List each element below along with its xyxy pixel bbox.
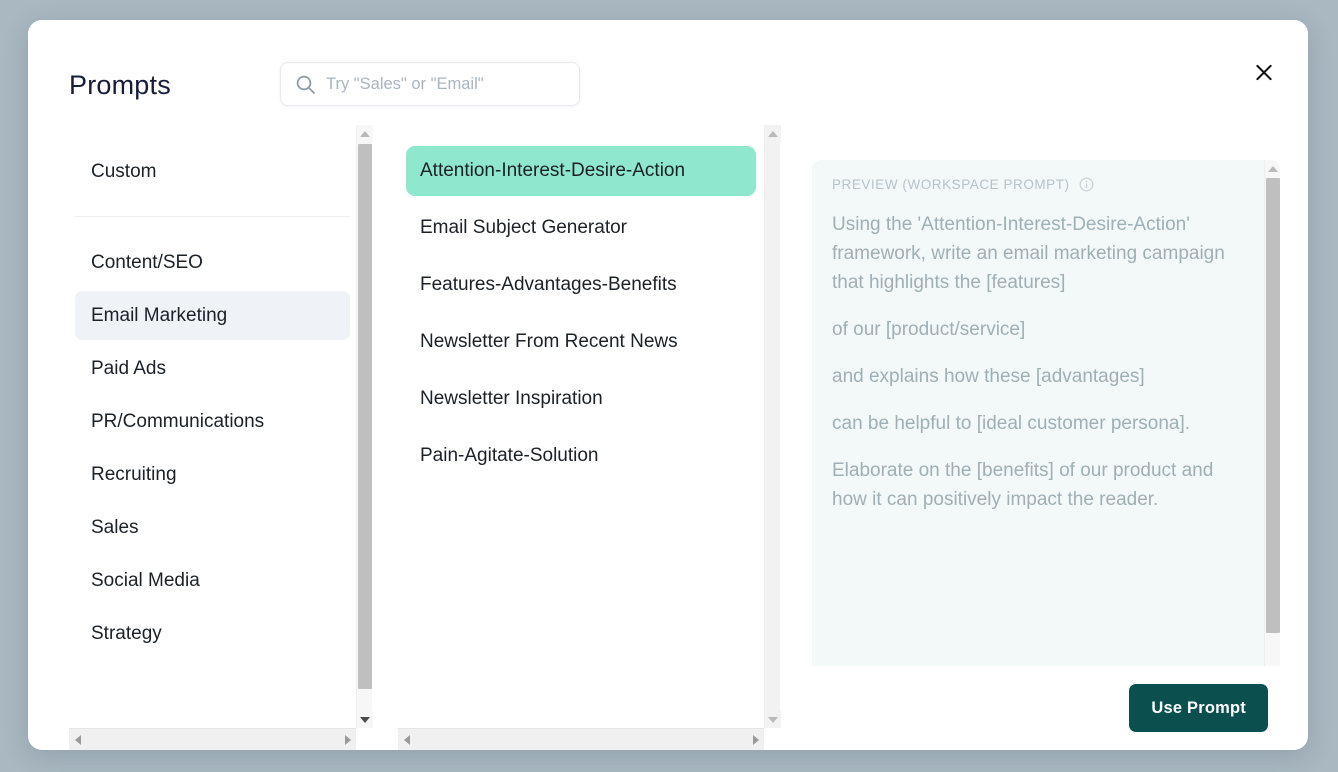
prompt-list: Attention-Interest-Desire-Action Email S… [398, 125, 764, 481]
prompts-modal: Prompts Custom [28, 20, 1308, 750]
prompt-item-label: Pain-Agitate-Solution [420, 445, 599, 467]
scroll-down-icon[interactable] [765, 711, 781, 728]
list-item[interactable]: Features-Advantages-Benefits [406, 260, 756, 310]
scroll-down-icon[interactable] [357, 711, 373, 728]
page-title: Prompts [69, 70, 171, 101]
sidebar-item-custom[interactable]: Custom [75, 147, 350, 196]
category-vertical-scrollbar[interactable] [356, 125, 372, 728]
scroll-right-icon[interactable] [339, 729, 356, 750]
prompt-item-label: Newsletter Inspiration [420, 388, 603, 410]
preview-scroll-thumb[interactable] [1266, 178, 1280, 633]
list-item[interactable]: Newsletter From Recent News [406, 317, 756, 367]
preview-header: PREVIEW (WORKSPACE PROMPT) [832, 177, 1242, 192]
preview-paragraph: of our [product/service] [832, 315, 1242, 344]
sidebar-item-pr-communications[interactable]: PR/Communications [75, 397, 350, 446]
category-horizontal-scrollbar[interactable] [69, 728, 356, 750]
prompt-item-label: Newsletter From Recent News [420, 331, 678, 353]
category-pane: Custom Content/SEO Email Marketing Paid … [69, 125, 372, 750]
sidebar-item-label: Social Media [91, 570, 200, 592]
sidebar-item-label: Recruiting [91, 464, 177, 486]
list-item[interactable]: Attention-Interest-Desire-Action [406, 146, 756, 196]
preview-scroll-viewport: PREVIEW (WORKSPACE PROMPT) Using the 'At… [812, 160, 1262, 690]
search-icon [295, 74, 316, 95]
sidebar-item-label: Sales [91, 517, 139, 539]
scroll-up-icon[interactable] [765, 125, 781, 142]
sidebar-item-label: Strategy [91, 623, 162, 645]
prompt-scroll-viewport: Attention-Interest-Desire-Action Email S… [398, 125, 764, 728]
search-box[interactable] [280, 62, 580, 106]
prompt-vertical-scrollbar[interactable] [764, 125, 780, 728]
category-scroll-thumb[interactable] [358, 144, 372, 689]
preview-paragraph: Using the 'Attention-Interest-Desire-Act… [832, 210, 1242, 297]
sidebar-item-label: Custom [91, 161, 156, 183]
preview-paragraph: and explains how these [advantages] [832, 362, 1242, 391]
close-icon[interactable] [1249, 57, 1279, 87]
sidebar-item-social-media[interactable]: Social Media [75, 556, 350, 605]
sidebar-divider [75, 216, 350, 217]
preview-vertical-scrollbar[interactable] [1264, 160, 1280, 690]
sidebar-item-content-seo[interactable]: Content/SEO [75, 238, 350, 287]
preview-paragraph: can be helpful to [ideal customer person… [832, 409, 1242, 438]
prompt-list-pane: Attention-Interest-Desire-Action Email S… [398, 125, 780, 750]
prompt-item-label: Attention-Interest-Desire-Action [420, 160, 685, 182]
preview-pane: PREVIEW (WORKSPACE PROMPT) Using the 'At… [797, 125, 1296, 750]
category-scroll-viewport: Custom Content/SEO Email Marketing Paid … [69, 125, 356, 728]
prompt-item-label: Email Subject Generator [420, 217, 627, 239]
list-item[interactable]: Newsletter Inspiration [406, 374, 756, 424]
sidebar-item-strategy[interactable]: Strategy [75, 609, 350, 658]
preview-paragraph: Elaborate on the [benefits] of our produ… [832, 456, 1242, 514]
scroll-up-icon[interactable] [357, 125, 373, 142]
sidebar-item-label: Email Marketing [91, 305, 227, 327]
sidebar-item-email-marketing[interactable]: Email Marketing [75, 291, 350, 340]
preview-label-text: PREVIEW (WORKSPACE PROMPT) [832, 177, 1070, 192]
modal-footer: Use Prompt [797, 666, 1296, 750]
prompt-item-label: Features-Advantages-Benefits [420, 274, 677, 296]
info-icon[interactable] [1079, 177, 1094, 192]
scroll-up-icon[interactable] [1265, 160, 1280, 177]
sidebar-item-sales[interactable]: Sales [75, 503, 350, 552]
modal-body: Custom Content/SEO Email Marketing Paid … [28, 125, 1308, 750]
scroll-right-icon[interactable] [747, 729, 764, 750]
sidebar-item-label: PR/Communications [91, 411, 264, 433]
use-prompt-button[interactable]: Use Prompt [1129, 684, 1268, 732]
sidebar-item-label: Paid Ads [91, 358, 166, 380]
preview-card: PREVIEW (WORKSPACE PROMPT) Using the 'At… [812, 160, 1280, 690]
sidebar-item-paid-ads[interactable]: Paid Ads [75, 344, 350, 393]
scroll-left-icon[interactable] [69, 729, 86, 750]
category-list: Custom Content/SEO Email Marketing Paid … [69, 125, 356, 658]
scroll-left-icon[interactable] [398, 729, 415, 750]
prompt-horizontal-scrollbar[interactable] [398, 728, 764, 750]
modal-header: Prompts [28, 20, 1308, 125]
list-item[interactable]: Pain-Agitate-Solution [406, 431, 756, 481]
sidebar-item-recruiting[interactable]: Recruiting [75, 450, 350, 499]
sidebar-item-label: Content/SEO [91, 252, 203, 274]
search-input[interactable] [326, 75, 579, 94]
list-item[interactable]: Email Subject Generator [406, 203, 756, 253]
